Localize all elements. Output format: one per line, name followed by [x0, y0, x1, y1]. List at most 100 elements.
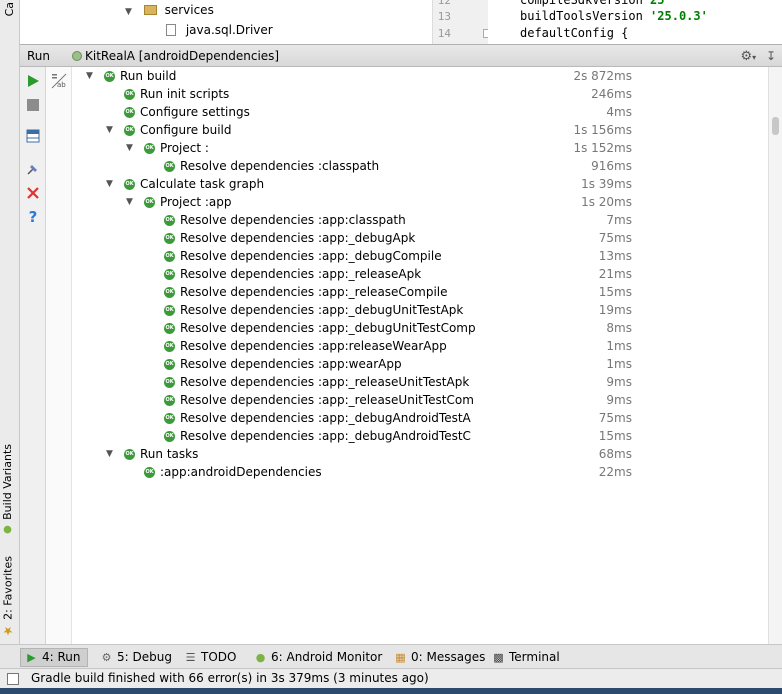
pin-button[interactable]	[25, 161, 41, 177]
rerun-button[interactable]	[25, 73, 41, 89]
tree-row-duration: 8ms	[606, 321, 632, 335]
tree-row-label: Configure settings	[140, 105, 250, 119]
hide-icon[interactable]: ↧	[766, 49, 776, 63]
tree-row[interactable]: ▼ OK Run tasks 68ms	[72, 445, 762, 463]
gradle-icon	[72, 51, 82, 61]
code-line: buildToolsVersion '25.0.3'	[520, 9, 708, 23]
tree-row[interactable]: OK Resolve dependencies :app:_releaseUnit…	[72, 391, 762, 409]
expand-arrow-icon[interactable]: ▼	[126, 139, 136, 157]
stop-button[interactable]	[25, 97, 41, 113]
build-output-tree[interactable]: ▼ OK Run build 2s 872ms OK Run init scripts 24…	[72, 67, 762, 645]
tree-row-duration: 1s 20ms	[581, 195, 632, 209]
tab-label: 4: Run	[42, 650, 81, 664]
pin-icon	[27, 165, 37, 175]
tree-row-duration: 19ms	[598, 303, 632, 317]
code-editor[interactable]: compileSdkVersion 25 buildToolsVersion '…	[488, 0, 782, 44]
tree-row[interactable]: OK Resolve dependencies :app:releaseWearA…	[72, 337, 762, 355]
vertical-scrollbar[interactable]	[768, 67, 782, 645]
success-icon: OK	[124, 107, 135, 118]
gear-icon[interactable]: ⚙	[740, 49, 752, 64]
project-tree-folder[interactable]: ▼ services	[125, 1, 214, 19]
tab-build-variants[interactable]: ● Build Variants	[1, 444, 14, 535]
tree-row[interactable]: OK Resolve dependencies :classpath 916ms	[72, 157, 762, 175]
tree-row-duration: 2s 872ms	[573, 69, 632, 83]
tree-row-label: Resolve dependencies :app:wearApp	[180, 357, 402, 371]
header-icons: ⚙▾ ↧	[740, 49, 776, 64]
tree-row[interactable]: OK Resolve dependencies :app:_releaseUnit…	[72, 373, 762, 391]
status-message[interactable]: Gradle build finished with 66 error(s) i…	[31, 669, 429, 688]
tab-run[interactable]: ▶ 4: Run	[20, 648, 88, 667]
success-icon: OK	[124, 89, 135, 100]
tree-row[interactable]: OK Resolve dependencies :app:_debugAndroi…	[72, 409, 762, 427]
toggle-view-button[interactable]: ab	[51, 73, 67, 89]
todo-icon: ☰	[185, 651, 196, 664]
tree-row-label: Resolve dependencies :classpath	[180, 159, 380, 173]
tree-row[interactable]: OK Resolve dependencies :app:classpath 7ms	[72, 211, 762, 229]
tab-label: Build Variants	[1, 444, 14, 520]
side-tab-label[interactable]: Ca	[3, 2, 16, 16]
tree-row[interactable]: ▼ OK Run build 2s 872ms	[72, 67, 762, 85]
tree-row[interactable]: OK Run init scripts 246ms	[72, 85, 762, 103]
top-strip: Ca ▼ services java.sql.Driver 12 13 14 c…	[0, 0, 782, 44]
tree-row-duration: 1s 156ms	[573, 123, 632, 137]
success-icon: OK	[164, 161, 175, 172]
tree-row-duration: 1s 39ms	[581, 177, 632, 191]
folder-icon	[143, 5, 157, 15]
tree-row-duration: 21ms	[598, 267, 632, 281]
toggle-tool-windows-icon[interactable]	[7, 673, 19, 685]
tree-row[interactable]: ▼ OK Project : 1s 152ms	[72, 139, 762, 157]
file-icon	[166, 24, 176, 36]
run-toolbar-secondary: ab	[46, 67, 72, 645]
tab-debug[interactable]: ⚙ 5: Debug	[96, 648, 178, 667]
tree-row-label: :app:androidDependencies	[160, 465, 322, 479]
expand-arrow-icon[interactable]: ▼	[106, 445, 116, 463]
tree-row[interactable]: ▼ OK Project :app 1s 20ms	[72, 193, 762, 211]
project-tree-file[interactable]: java.sql.Driver	[166, 21, 273, 39]
tab-favorites[interactable]: ★ 2: Favorites	[1, 556, 15, 638]
tree-row[interactable]: OK Configure settings 4ms	[72, 103, 762, 121]
success-icon: OK	[124, 125, 135, 136]
expand-arrow-icon[interactable]: ▼	[106, 175, 116, 193]
help-button[interactable]: ?	[25, 208, 41, 226]
tree-row-label: Resolve dependencies :app:_debugAndroidT…	[180, 429, 471, 443]
tree-row[interactable]: OK Resolve dependencies :app:_debugUnitTe…	[72, 319, 762, 337]
editor-gutter: 12 13 14	[432, 0, 491, 44]
tab-messages[interactable]: ▦ 0: Messages	[390, 648, 491, 667]
tree-row-duration: 9ms	[606, 375, 632, 389]
scrollbar-thumb[interactable]	[772, 117, 779, 135]
expand-arrow-icon[interactable]: ▼	[125, 7, 132, 17]
tree-row[interactable]: ▼ OK Calculate task graph 1s 39ms	[72, 175, 762, 193]
run-configuration-tab[interactable]: KitRealA [androidDependencies]	[72, 45, 279, 67]
expand-arrow-icon[interactable]: ▼	[86, 67, 96, 85]
success-icon: OK	[164, 215, 175, 226]
tree-row[interactable]: OK Resolve dependencies :app:_debugApk 75m…	[72, 229, 762, 247]
expand-arrow-icon[interactable]: ▼	[106, 121, 116, 139]
tab-label: TODO	[201, 650, 237, 664]
tree-row[interactable]: OK Resolve dependencies :app:_debugUnitTe…	[72, 301, 762, 319]
stop-icon	[27, 99, 39, 111]
tree-row-duration: 4ms	[606, 105, 632, 119]
tree-row-label: Calculate task graph	[140, 177, 265, 191]
tree-row[interactable]: OK Resolve dependencies :app:_releaseApk 2…	[72, 265, 762, 283]
expand-arrow-icon[interactable]: ▼	[126, 193, 136, 211]
tree-row-duration: 75ms	[598, 231, 632, 245]
close-button[interactable]	[25, 185, 41, 201]
line-number: 12	[437, 0, 451, 7]
tree-row-label: Resolve dependencies :app:_debugAndroidT…	[180, 411, 471, 425]
tab-todo[interactable]: ☰ TODO	[180, 648, 242, 667]
tree-row[interactable]: OK:app:androidDependencies 22ms	[72, 463, 762, 481]
success-icon: OK	[164, 251, 175, 262]
tree-row[interactable]: OK Resolve dependencies :app:_debugAndroi…	[72, 427, 762, 445]
close-icon	[27, 187, 39, 199]
tree-row[interactable]: OK Resolve dependencies :app:_debugCompil…	[72, 247, 762, 265]
success-icon: OK	[144, 467, 155, 478]
tree-row[interactable]: OK Resolve dependencies :app:_releaseComp…	[72, 283, 762, 301]
tab-terminal[interactable]: ▩ Terminal	[488, 648, 566, 667]
layout-button[interactable]	[25, 128, 41, 144]
tree-row[interactable]: ▼ OK Configure build 1s 156ms	[72, 121, 762, 139]
success-icon: OK	[164, 395, 175, 406]
tree-row-duration: 1ms	[606, 357, 632, 371]
tree-row[interactable]: OK Resolve dependencies :app:wearApp 1ms	[72, 355, 762, 373]
tab-android-monitor[interactable]: ● 6: Android Monitor	[250, 648, 388, 667]
tree-row-duration: 7ms	[606, 213, 632, 227]
